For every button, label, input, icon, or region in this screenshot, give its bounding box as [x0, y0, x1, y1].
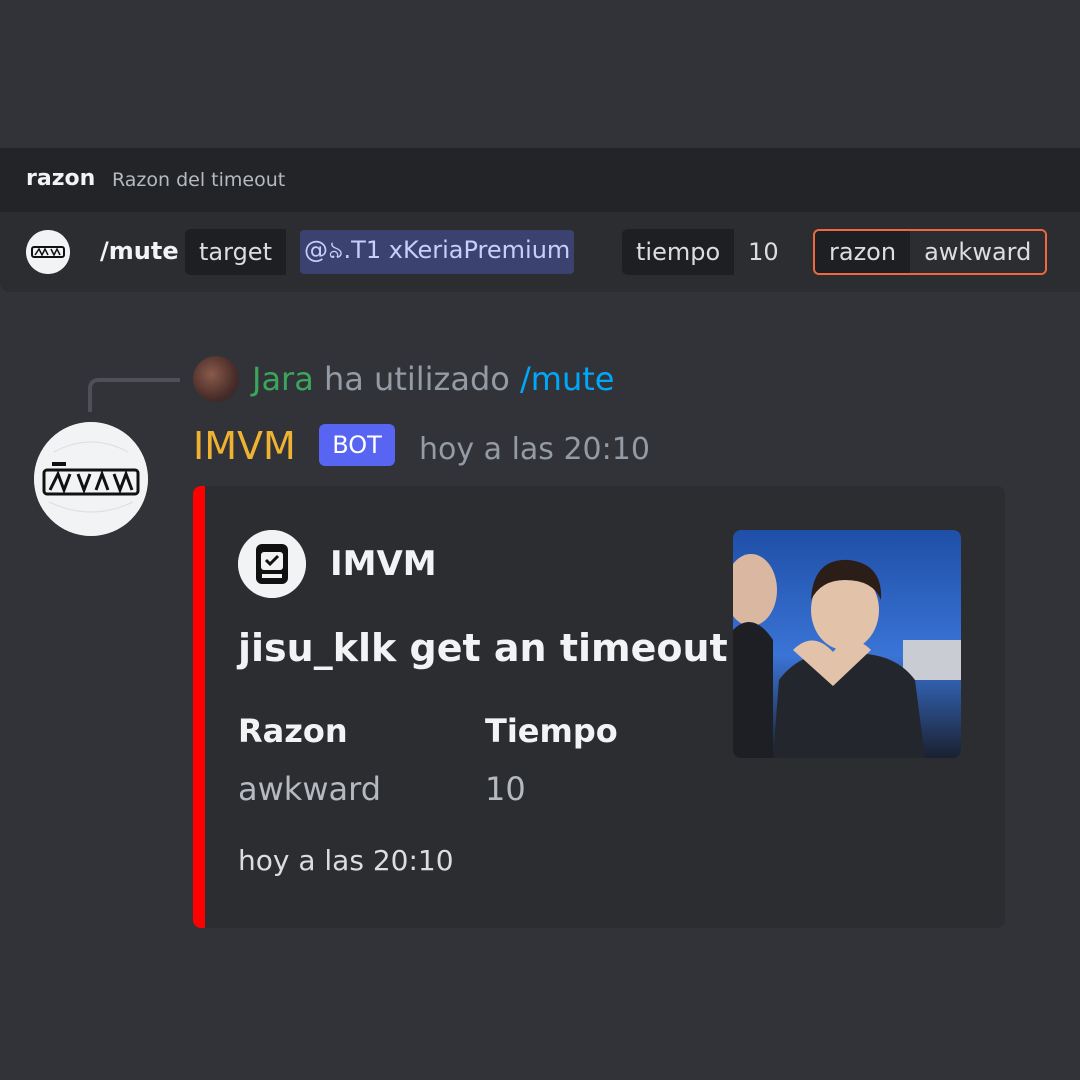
embed-footer: hoy a las 20:10	[238, 844, 454, 877]
embed-thumbnail[interactable]	[733, 530, 961, 758]
embed-title: jisu_klk get an timeout	[238, 626, 728, 670]
reply-username[interactable]: Jara	[252, 360, 314, 398]
bot-logo-icon	[26, 230, 70, 274]
bot-badge: BOT	[319, 424, 395, 466]
option-hint-bar: razon Razon del timeout	[0, 148, 1080, 212]
option-chip-label: razon	[829, 238, 897, 266]
embed-field-name: Tiempo	[485, 712, 618, 750]
reply-action: ha utilizado	[323, 360, 510, 398]
message-embed: IMVM jisu_klk get an timeout Razon awkwa…	[193, 486, 1005, 928]
command-name: /mute	[100, 237, 179, 265]
avatar[interactable]	[34, 422, 148, 536]
embed-field-value: 10	[485, 770, 526, 808]
embed-field-name: Razon	[238, 712, 348, 750]
reply-context[interactable]: Jara ha utilizado /mute	[252, 360, 614, 398]
message-author[interactable]: IMVM	[193, 424, 296, 468]
message-timestamp: hoy a las 20:10	[419, 432, 650, 467]
option-chip-target[interactable]: target @৯.T1 xKeriaPremium	[185, 229, 589, 275]
user-mention[interactable]: @৯.T1 xKeriaPremium	[299, 230, 575, 274]
option-chip-value: 10	[734, 229, 793, 275]
option-chip-tiempo[interactable]: tiempo 10	[622, 229, 793, 275]
option-hint-description: Razon del timeout	[112, 169, 286, 191]
reply-command-link[interactable]: /mute	[520, 360, 614, 398]
embed-color-bar	[193, 486, 205, 928]
slash-command-panel: razon Razon del timeout /mute target @৯.…	[0, 148, 1080, 292]
reply-connector	[88, 378, 180, 412]
option-chip-label: tiempo	[636, 238, 721, 266]
embed-author-icon	[238, 530, 306, 598]
option-hint-name: razon	[26, 166, 96, 191]
option-chip-value: @৯.T1 xKeriaPremium	[285, 229, 589, 275]
option-chip-razon[interactable]: razon awkward	[813, 229, 1048, 275]
option-chip-value: awkward	[910, 231, 1046, 273]
reply-user-avatar[interactable]	[193, 356, 239, 402]
embed-field-value: awkward	[238, 770, 381, 808]
command-input-row[interactable]: /mute target @৯.T1 xKeriaPremium tiempo …	[0, 212, 1080, 292]
embed-author-name[interactable]: IMVM	[330, 544, 437, 584]
option-chip-label: target	[199, 238, 272, 266]
